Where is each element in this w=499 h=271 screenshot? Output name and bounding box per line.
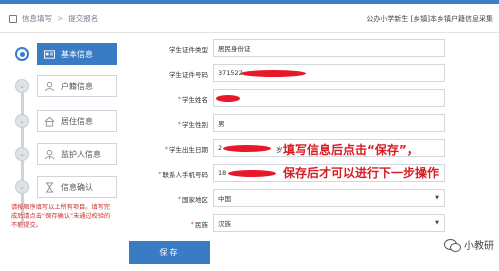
- step-box[interactable]: 信息确认: [37, 176, 117, 198]
- breadcrumb-item-info[interactable]: 信息填写: [22, 13, 52, 24]
- chevron-down-icon: ⌄: [15, 114, 29, 128]
- hourglass-icon: [45, 181, 54, 193]
- form-row-student-name: * 学生姓名: [122, 88, 499, 109]
- field-label: 学生证件号码: [169, 70, 208, 79]
- field-value: 371522: [218, 69, 243, 77]
- step-confirm-info[interactable]: ⌄ 信息确认: [7, 176, 118, 198]
- step-label: 基本信息: [61, 49, 93, 59]
- field-label: * 学生出生日期: [164, 144, 208, 154]
- field-label: * 国家地区: [177, 194, 208, 204]
- form-row-gender: * 学生性别 男: [122, 113, 499, 134]
- field-label: * 民族: [190, 219, 208, 229]
- student-name-field[interactable]: [213, 89, 445, 107]
- field-label: * 学生姓名: [177, 94, 208, 104]
- instruction-note: 请按顺序填写以上所有项目。填写完成后请点击“保存确认”未通过校验的不能提交。: [11, 204, 111, 229]
- step-node: [15, 47, 29, 61]
- chevron-down-icon: ⌄: [15, 79, 29, 93]
- annotation-line-2: 保存后才可以进行下一步操作: [283, 166, 440, 180]
- chevron-down-icon: ⌄: [15, 180, 29, 194]
- step-household-info[interactable]: ⌄ 户籍信息: [7, 75, 118, 97]
- annotation-overlay: 填写信息后点击“保存”， 保存后才可以进行下一步操作: [283, 139, 439, 185]
- step-label: 信息确认: [61, 182, 93, 192]
- redaction-mark: [241, 70, 306, 77]
- watermark-text: 小教研: [464, 241, 494, 252]
- top-bar: 信息填写 > 提交报名 公办小学新生 [乡镇]本乡镇户籍信息采集: [0, 0, 499, 33]
- step-box[interactable]: 监护人信息: [37, 143, 117, 165]
- id-card-icon: [44, 49, 55, 59]
- document-icon: [9, 14, 17, 23]
- breadcrumb-separator: >: [57, 14, 64, 23]
- person-icon: [44, 81, 55, 91]
- page-context-title: 公办小学新生 [乡镇]本乡镇户籍信息采集: [366, 15, 493, 23]
- breadcrumb-item-submit[interactable]: 提交报名: [68, 13, 98, 24]
- form-row-country: * 国家地区 中国: [122, 188, 499, 209]
- house-icon: [44, 116, 55, 127]
- step-box[interactable]: 户籍信息: [37, 75, 117, 97]
- field-value: 18: [218, 169, 227, 177]
- chat-bubble-icon: [444, 238, 461, 252]
- watermark: 小教研: [444, 237, 494, 252]
- id-type-field[interactable]: 居民身份证: [213, 39, 445, 57]
- id-number-field[interactable]: 371522: [213, 64, 445, 82]
- step-guardian-info[interactable]: ⌄ 监护人信息: [7, 143, 118, 165]
- form-row-id-type: 学生证件类型 居民身份证: [122, 38, 499, 59]
- guardian-icon: [44, 149, 55, 159]
- country-select[interactable]: 中国: [213, 189, 445, 207]
- field-value: 2: [218, 144, 223, 152]
- step-label: 居住信息: [61, 116, 93, 126]
- save-button[interactable]: 保存: [129, 241, 210, 264]
- age-suffix: 岁: [276, 146, 283, 154]
- redaction-mark: [216, 95, 240, 102]
- redaction-mark: [228, 170, 276, 177]
- ethnicity-select[interactable]: 汉族: [213, 214, 445, 232]
- gender-field[interactable]: 男: [213, 114, 445, 132]
- breadcrumb: 信息填写 > 提交报名: [9, 13, 98, 24]
- step-label: 监护人信息: [61, 149, 101, 159]
- field-label: * 联系人手机号码: [158, 169, 208, 179]
- chevron-down-icon: ⌄: [15, 147, 29, 161]
- top-accent-strip: [0, 0, 499, 4]
- step-residence-info[interactable]: ⌄ 居住信息: [7, 110, 118, 132]
- step-box[interactable]: 居住信息: [37, 110, 117, 132]
- form-row-ethnicity: * 民族 汉族: [122, 213, 499, 234]
- form-row-id-number: 学生证件号码 371522: [122, 63, 499, 84]
- step-sidebar: 基本信息 ⌄ 户籍信息 ⌄ 居住信息 ⌄ 监护人信息 ⌄ 信息确认 请按顺序填写…: [0, 33, 118, 271]
- redaction-mark: [223, 145, 271, 152]
- step-basic-info[interactable]: 基本信息: [7, 43, 118, 65]
- annotation-line-1: 填写信息后点击“保存”，: [283, 143, 419, 157]
- field-label: 学生证件类型: [169, 45, 208, 54]
- step-label: 户籍信息: [61, 81, 93, 91]
- step-box[interactable]: 基本信息: [37, 43, 117, 65]
- field-label: * 学生性别: [177, 119, 208, 129]
